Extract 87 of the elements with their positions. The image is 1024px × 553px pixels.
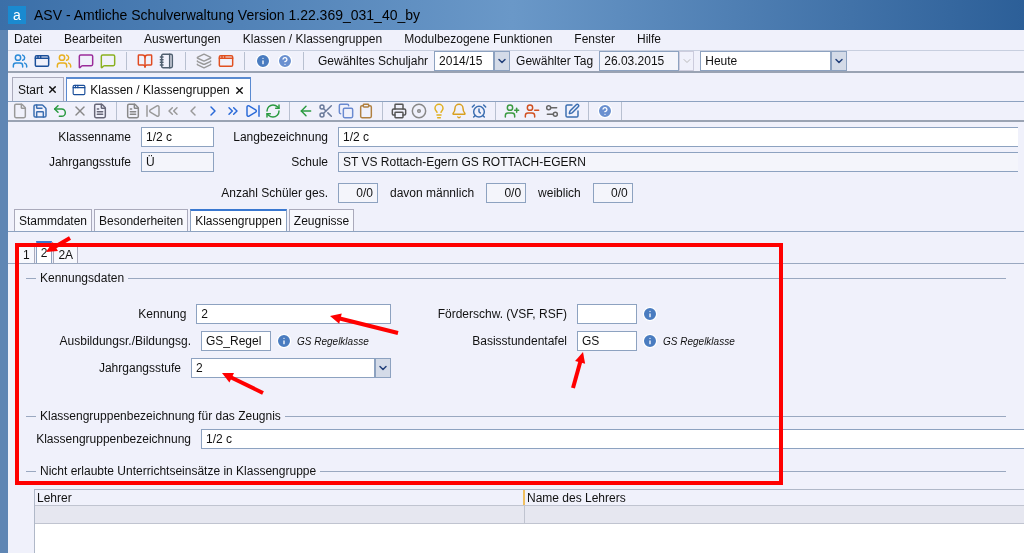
note-icon[interactable]: [100, 53, 116, 69]
annotation-arrow: [222, 373, 264, 395]
info-icon[interactable]: [642, 333, 658, 349]
school-field[interactable]: ST VS Rottach-Egern GS ROTTACH-EGERN: [338, 152, 1018, 172]
long-name-field[interactable]: 1/2 c: [338, 127, 1018, 147]
field-label: Gewählter Tag: [516, 53, 594, 70]
book-icon[interactable]: [137, 53, 153, 69]
menu-item[interactable]: Hilfe: [637, 30, 662, 50]
annotation-arrow: [571, 352, 586, 389]
form-icon[interactable]: [92, 103, 108, 119]
field-label: Förderschw. (VSF, RSF): [437, 307, 567, 321]
cut-icon[interactable]: [318, 103, 334, 119]
window-icon[interactable]: [218, 53, 234, 69]
last-icon[interactable]: [245, 103, 261, 119]
field-label: Jahrgangsstufe: [98, 361, 181, 375]
support-field[interactable]: [577, 304, 637, 324]
user-add-icon[interactable]: [504, 103, 520, 119]
printer-icon[interactable]: [391, 103, 407, 119]
field-label: Klassengruppenbezeichnung: [36, 432, 191, 446]
menu-item[interactable]: Klassen / Klassengruppen: [242, 30, 383, 50]
paste-icon[interactable]: [358, 103, 374, 119]
field-label: Klassenname: [58, 130, 131, 144]
count-field: 0/0: [338, 183, 378, 203]
app-logo: a: [8, 6, 26, 24]
field-label: Langbezeichnung: [233, 130, 328, 144]
lightbulb-icon[interactable]: [431, 103, 447, 119]
class-name-field[interactable]: 1/2 c: [141, 127, 214, 147]
menu-item[interactable]: Auswertungen: [144, 30, 221, 50]
tab[interactable]: Klassengruppen: [190, 209, 287, 231]
save-icon[interactable]: [32, 103, 48, 119]
help-icon[interactable]: [277, 53, 293, 69]
annotation-arrow: [46, 236, 71, 252]
pages-icon[interactable]: [196, 53, 212, 69]
new-icon[interactable]: [12, 103, 28, 119]
tab[interactable]: Stammdaten: [14, 209, 93, 231]
timetable-field[interactable]: GS: [577, 331, 637, 351]
identifier-field[interactable]: 2: [196, 304, 391, 324]
field-label: weiblich: [538, 185, 581, 202]
field-label: Kennung: [138, 307, 187, 321]
section-title: Nicht erlaubte Unterrichtseinsätze in Klassengruppe: [40, 463, 317, 480]
notebook-icon[interactable]: [159, 53, 175, 69]
hint-text: GS Regelklasse: [297, 334, 369, 349]
tab[interactable]: Zeugnisse: [288, 209, 355, 231]
delete-icon[interactable]: [72, 103, 88, 119]
grade-field[interactable]: Ü: [141, 152, 214, 172]
bell-icon[interactable]: [451, 103, 467, 119]
disc-icon[interactable]: [411, 103, 427, 119]
info-icon[interactable]: [642, 306, 658, 322]
first-icon[interactable]: [145, 103, 161, 119]
field-label: Gewähltes Schuljahr: [318, 53, 429, 70]
count-field: 0/0: [486, 183, 527, 203]
count-field: 0/0: [592, 183, 633, 203]
annotation-arrow: [330, 313, 399, 335]
field-label: Schule: [291, 155, 328, 169]
section-title: Klassengruppenbezeichnung für das Zeugnis: [40, 408, 281, 425]
edit-icon[interactable]: [564, 103, 580, 119]
help-icon[interactable]: [597, 103, 613, 119]
undo-icon[interactable]: [52, 103, 68, 119]
alarm-clock-icon[interactable]: [471, 103, 487, 119]
refresh-icon[interactable]: [265, 103, 281, 119]
field-label: davon männlich: [390, 185, 475, 202]
close-icon[interactable]: [233, 84, 245, 96]
info-icon[interactable]: [276, 333, 292, 349]
field-label: Basisstundentafel: [472, 334, 567, 348]
document-tab[interactable]: Start: [12, 77, 65, 101]
menu-item[interactable]: Bearbeiten: [64, 30, 123, 50]
menu-item[interactable]: Modulbezogene Funktionen: [404, 30, 553, 50]
copy-icon[interactable]: [338, 103, 354, 119]
menu-item[interactable]: Datei: [14, 30, 42, 50]
field-label: Ausbildungsr./Bildungsg.: [59, 334, 191, 348]
training-field[interactable]: GS_Regel: [201, 331, 271, 351]
field-label: Anzahl Schüler ges.: [221, 186, 328, 200]
field-label: Jahrgangsstufe: [48, 155, 131, 169]
people-icon[interactable]: [12, 53, 28, 69]
designation-field[interactable]: 1/2 c: [201, 429, 1024, 449]
user-remove-icon[interactable]: [524, 103, 540, 119]
column-header[interactable]: Name des Lehrers: [525, 490, 1024, 505]
close-icon[interactable]: [47, 84, 59, 95]
window-title: ASV - Amtliche Schulverwaltung Version 1.22.369_031_40_by: [34, 5, 421, 25]
settings-icon[interactable]: [544, 103, 560, 119]
menu-item[interactable]: Fenster: [574, 30, 615, 50]
tab[interactable]: Besonderheiten: [94, 209, 189, 231]
section-title: Kennungsdaten: [40, 270, 125, 287]
arrow-left-icon[interactable]: [298, 103, 314, 119]
hint-text: GS Regelklasse: [663, 334, 735, 349]
document-tab[interactable]: Klassen / Klassengruppen: [66, 77, 251, 101]
info-icon[interactable]: [255, 53, 271, 69]
